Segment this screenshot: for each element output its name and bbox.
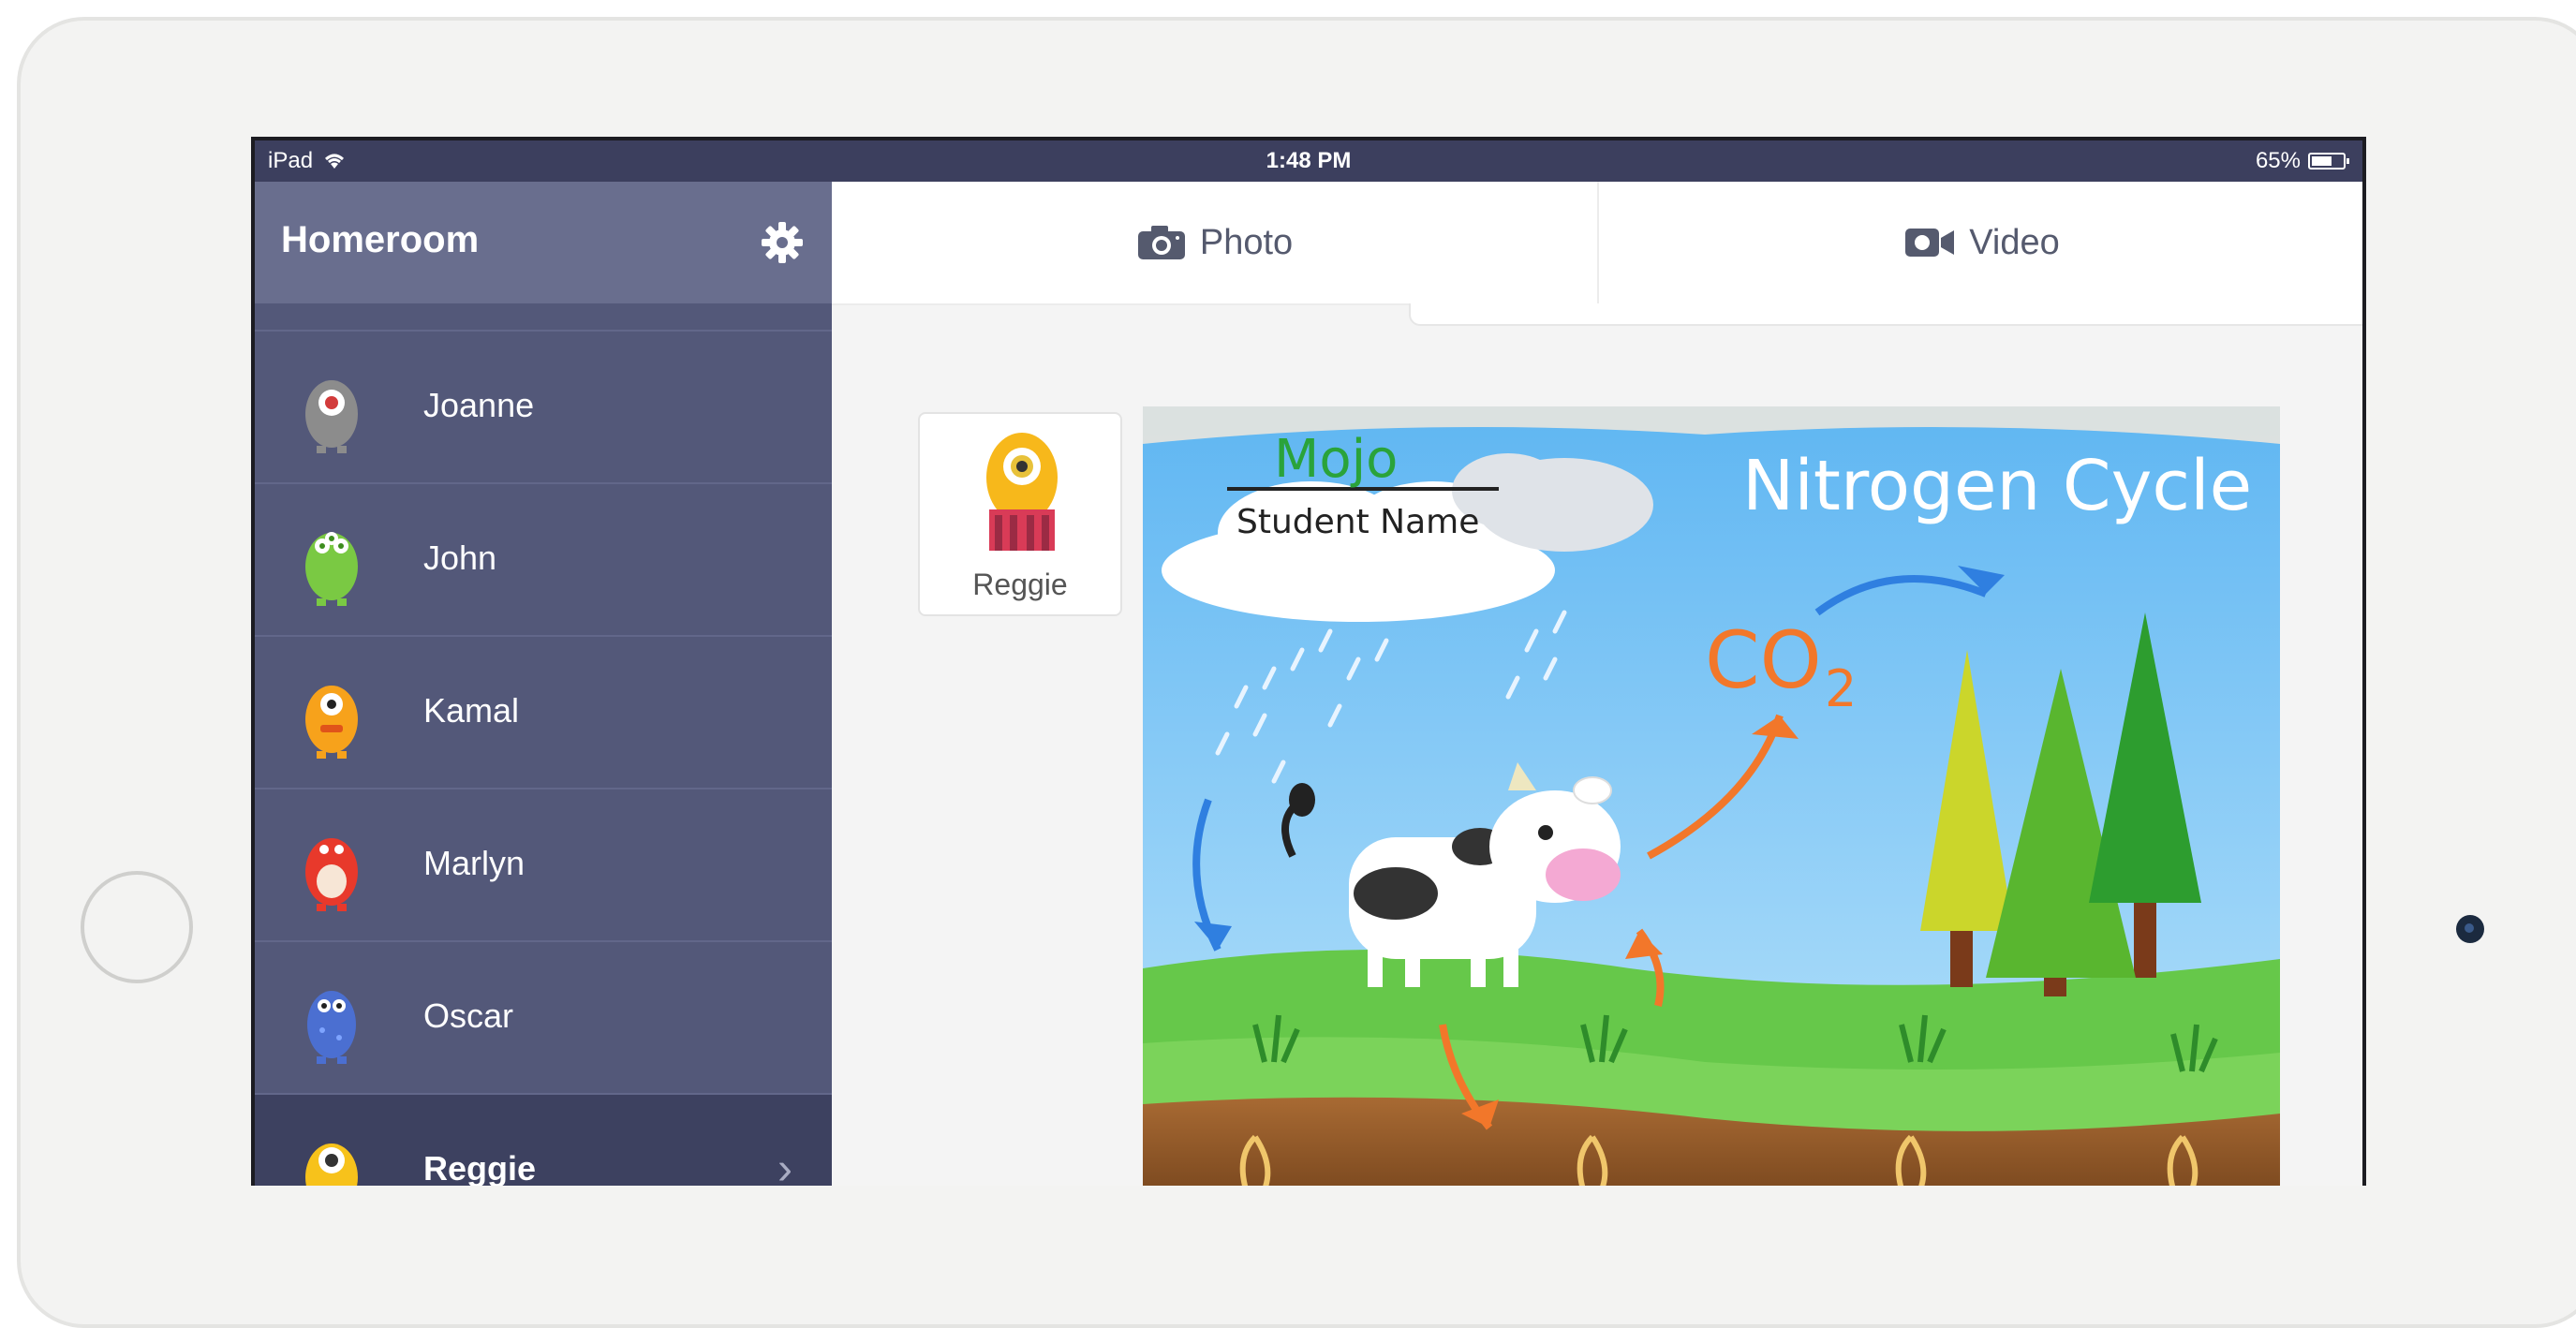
artwork-name: Mojo <box>1274 429 1398 490</box>
battery-percent: 65% <box>2255 148 2301 173</box>
student-item[interactable]: Kamal <box>255 637 832 789</box>
capture-toolbar: Photo Video <box>832 182 2362 305</box>
photo-label: Photo <box>1199 222 1294 262</box>
monster-avatar-icon <box>305 532 358 606</box>
student-name: Reggie <box>423 1149 537 1186</box>
battery-icon <box>2308 153 2349 170</box>
nitrogen-cycle-artwork[interactable]: Mojo Student Name Nitrogen Cycle CO 2 <box>1143 406 2280 1186</box>
video-camera-icon <box>1905 229 1955 257</box>
artwork-formula-subscript: 2 <box>1825 659 1857 718</box>
monster-avatar-icon <box>986 433 1058 551</box>
selected-student-name: Reggie <box>972 568 1068 601</box>
student-name: Marlyn <box>423 844 526 882</box>
toolbar-shadow <box>1409 303 2362 326</box>
status-time: 1:48 PM <box>1266 148 1352 173</box>
monster-avatar-icon <box>305 1144 358 1186</box>
monster-avatar-icon <box>305 838 358 911</box>
student-item[interactable]: Joanne <box>255 332 832 484</box>
artwork-caption: Student Name <box>1236 503 1479 541</box>
student-item-selected[interactable]: Reggie › <box>255 1095 832 1186</box>
artwork-formula: CO <box>1705 614 1822 706</box>
video-button[interactable]: Video <box>1597 182 2362 303</box>
student-name: Oscar <box>423 996 514 1035</box>
camera-icon <box>1137 226 1185 259</box>
student-name: John <box>423 539 497 577</box>
sidebar-divider <box>255 303 832 332</box>
student-item[interactable]: John <box>255 484 832 637</box>
student-list: Joanne John Kamal Marlyn Oscar Reggie › <box>255 332 832 1186</box>
sidebar-header: Homeroom <box>255 182 832 303</box>
class-title: Homeroom <box>281 219 480 260</box>
monster-avatar-icon <box>307 991 356 1064</box>
artwork-title: Nitrogen Cycle <box>1742 446 2252 526</box>
home-button[interactable] <box>81 871 193 983</box>
chevron-right-icon: › <box>777 1144 792 1186</box>
video-label: Video <box>1969 222 2060 262</box>
monster-avatar-icon <box>305 380 358 453</box>
photo-button[interactable]: Photo <box>832 182 1597 303</box>
student-name: Kamal <box>423 691 520 730</box>
class-sidebar: Homeroom Joanne John Kamal Marlyn Oscar … <box>255 182 832 1186</box>
gear-icon[interactable] <box>759 219 806 266</box>
selected-student-card: Reggie <box>918 412 1122 616</box>
student-name: Joanne <box>423 386 535 424</box>
student-item[interactable]: Oscar <box>255 942 832 1095</box>
monster-avatar-icon <box>305 686 358 759</box>
student-item[interactable]: Marlyn <box>255 789 832 942</box>
ipad-screen: iPad 1:48 PM 65% Homeroom Joanne John Ka… <box>251 137 2366 1186</box>
status-bar: iPad 1:48 PM 65% <box>255 140 2362 182</box>
front-camera <box>2456 915 2484 943</box>
